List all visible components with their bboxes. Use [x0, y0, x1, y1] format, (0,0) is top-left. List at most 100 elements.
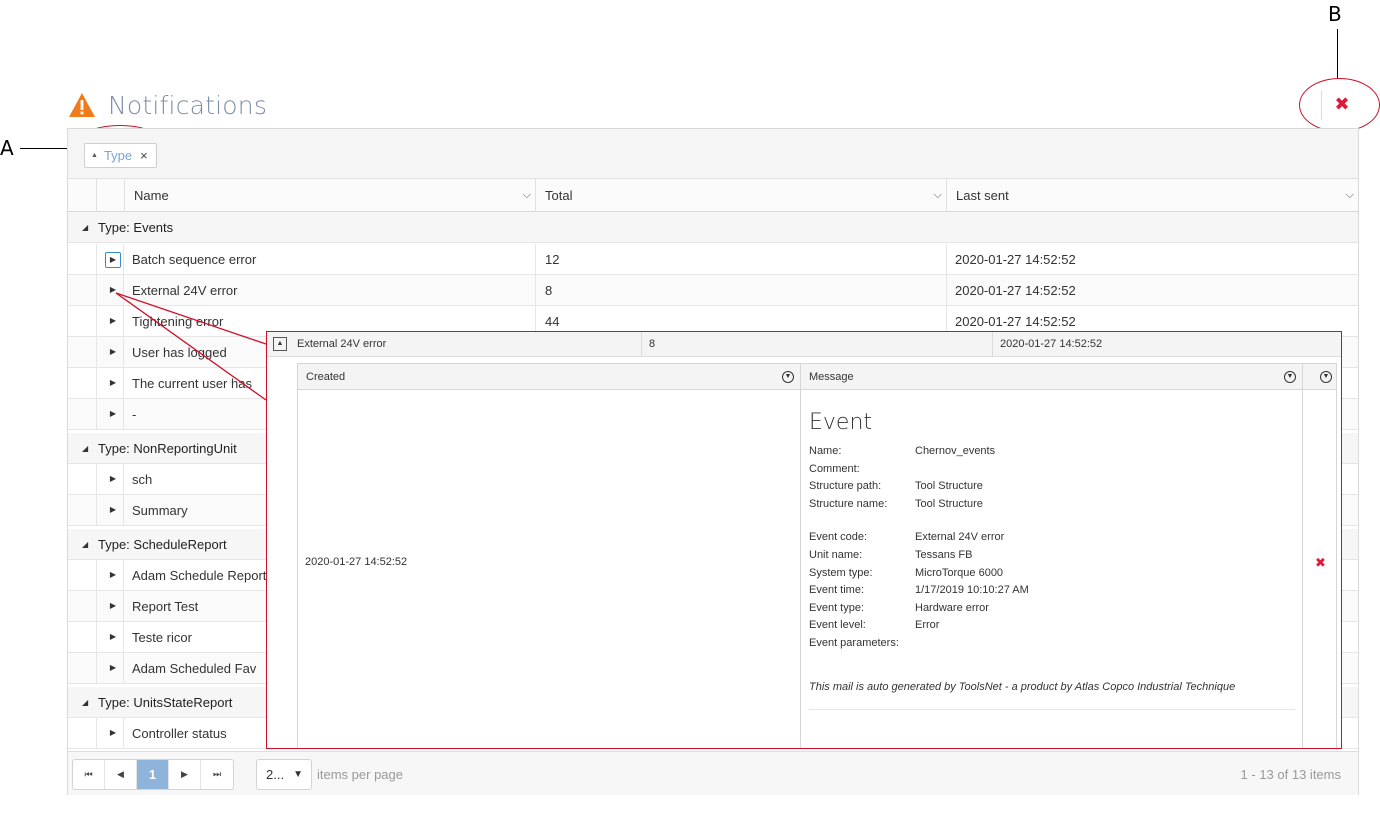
callout-b-line: [1337, 29, 1338, 78]
page-number-button[interactable]: 1: [137, 760, 169, 789]
callout-a-line: [20, 148, 67, 149]
detail-subgrid-header: Created ▼ Message ▼ ▼: [298, 364, 1336, 390]
cell-total: 12: [545, 252, 560, 267]
expand-row-icon[interactable]: ▶: [105, 726, 121, 742]
prev-page-icon[interactable]: ◀: [105, 760, 137, 789]
event-field: Name: Chernov_events: [809, 445, 1295, 463]
collapse-icon[interactable]: ◢: [82, 212, 88, 243]
created-cell: 2020-01-27 14:52:52: [298, 390, 801, 748]
page-header: Notifications: [68, 88, 267, 122]
event-field-key: Event parameters:: [809, 636, 899, 649]
page-size-select[interactable]: 2... ▼: [256, 759, 312, 790]
event-field-value: Chernov_events: [915, 445, 996, 457]
pager: ⏮ ◀ 1 ▶ ⏭ 2... ▼ items per page 1 - 13 o…: [68, 751, 1358, 795]
collapse-row-icon[interactable]: ▲: [273, 337, 287, 351]
event-field: Comment:: [809, 463, 1295, 481]
group-label: Type: ScheduleReport: [98, 537, 227, 552]
column-header-total[interactable]: Total ⌵: [535, 179, 946, 212]
expand-header: [96, 179, 124, 212]
chevron-down-icon[interactable]: ⌵: [934, 179, 942, 212]
pager-info: 1 - 13 of 13 items: [1240, 767, 1341, 782]
event-field-key: Structure path:: [809, 480, 882, 493]
event-field: Event code: External 24V error: [809, 531, 1295, 549]
expand-row-icon[interactable]: ▶: [105, 407, 121, 423]
group-chip-type[interactable]: ▲ Type ×: [84, 143, 157, 168]
cell-divider: [535, 244, 536, 275]
page-title: Notifications: [108, 90, 268, 120]
column-header-created[interactable]: Created ▼: [298, 364, 801, 390]
event-field: System type: MicroTorque 6000: [809, 567, 1295, 585]
event-message: Event Name: Chernov_events Comment: Struc…: [809, 410, 1295, 710]
event-field-value: Tool Structure: [915, 497, 983, 510]
expand-row-icon[interactable]: ▶: [105, 503, 121, 519]
chevron-down-icon[interactable]: ⌵: [1346, 179, 1354, 212]
detail-header-row: ▲ External 24V error 8 2020-01-27 14:52:…: [267, 332, 1341, 357]
column-header-total-label: Total: [545, 188, 573, 203]
event-field: Event parameters:: [809, 637, 1295, 655]
filter-icon[interactable]: ▼: [782, 371, 794, 383]
event-field: Event level: Error: [809, 619, 1295, 637]
expand-cell: ▶: [96, 591, 124, 622]
collapse-icon[interactable]: ◢: [82, 687, 88, 718]
group-label: Type: Events: [98, 220, 174, 235]
detail-popup: ▲ External 24V error 8 2020-01-27 14:52:…: [266, 331, 1342, 749]
detail-row-name: External 24V error: [297, 338, 387, 350]
filter-icon[interactable]: ▼: [1284, 371, 1296, 383]
callout-a-label: A: [0, 136, 14, 160]
last-page-icon[interactable]: ⏭: [201, 760, 233, 789]
cell-name: External 24V error: [132, 283, 238, 298]
event-field-key: System type:: [809, 566, 873, 579]
expand-row-icon[interactable]: ▶: [105, 314, 121, 330]
column-header-name[interactable]: Name ⌵: [124, 179, 535, 212]
expand-row-icon[interactable]: ▶: [105, 345, 121, 361]
collapse-icon[interactable]: ◢: [82, 529, 88, 560]
event-field-key: Event type:: [809, 601, 865, 614]
column-header-row: Name ⌵ Total ⌵ Last sent ⌵: [68, 179, 1358, 212]
created-value: 2020-01-27 14:52:52: [305, 556, 408, 568]
expand-row-icon[interactable]: ▶: [105, 661, 121, 677]
event-field: Event time: 1/17/2019 10:10:27 AM: [809, 584, 1295, 602]
cell-last-sent: 2020-01-27 14:52:52: [955, 283, 1076, 298]
expand-row-icon[interactable]: ▶: [105, 283, 121, 299]
expand-cell: ▶: [96, 495, 124, 526]
column-header-message[interactable]: Message ▼: [801, 364, 1303, 390]
event-field-value: 1/17/2019 10:10:27 AM: [915, 584, 1029, 597]
event-field: Unit name: Tessans FB: [809, 549, 1295, 567]
cell-last-sent: 2020-01-27 14:52:52: [955, 252, 1076, 267]
caret-down-icon: ▼: [293, 769, 303, 780]
column-header-last-sent[interactable]: Last sent ⌵: [946, 179, 1358, 212]
table-row[interactable]: ▶ Batch sequence error 12 2020-01-27 14:…: [68, 244, 1358, 275]
expand-row-icon[interactable]: ▶: [105, 472, 121, 488]
delete-icon[interactable]: ✖: [1315, 555, 1326, 571]
expand-row-icon[interactable]: ▶: [105, 376, 121, 392]
expand-row-icon[interactable]: ▶: [105, 599, 121, 615]
filter-icon[interactable]: ▼: [1320, 371, 1332, 383]
chevron-down-icon[interactable]: ⌵: [523, 179, 531, 212]
event-field-value: Hardware error: [915, 601, 989, 614]
expand-row-icon[interactable]: ▶: [105, 630, 121, 646]
close-icon[interactable]: ✖: [1330, 94, 1354, 114]
column-header-last-sent-label: Last sent: [956, 188, 1009, 203]
cell-divider: [641, 332, 642, 357]
group-row-events[interactable]: ◢ Type: Events: [68, 212, 1358, 243]
expand-row-icon[interactable]: ▶: [105, 568, 121, 584]
expand-row-icon[interactable]: ▶: [105, 252, 121, 268]
cell-name: Batch sequence error: [132, 252, 257, 267]
event-field-value: Tool Structure: [915, 480, 983, 493]
first-page-icon[interactable]: ⏮: [73, 760, 105, 789]
chip-remove-icon[interactable]: ×: [140, 148, 148, 163]
event-title: Event: [809, 410, 873, 435]
expand-cell: ▶: [96, 560, 124, 591]
callout-b-label: B: [1328, 2, 1342, 26]
expand-cell: ▶: [96, 399, 124, 430]
expand-cell: ▶: [96, 464, 124, 495]
column-header-actions[interactable]: ▼: [1303, 364, 1338, 390]
collapse-icon[interactable]: ◢: [82, 433, 88, 464]
expand-cell: ▶: [96, 653, 124, 684]
event-field-key: Structure name:: [809, 497, 888, 510]
group-panel: ▲ Type ×: [68, 129, 1358, 179]
event-footer: This mail is auto generated by ToolsNet …: [809, 681, 1295, 710]
cell-divider: [946, 275, 947, 306]
table-row[interactable]: ▶ External 24V error 8 2020-01-27 14:52:…: [68, 275, 1358, 306]
next-page-icon[interactable]: ▶: [169, 760, 201, 789]
